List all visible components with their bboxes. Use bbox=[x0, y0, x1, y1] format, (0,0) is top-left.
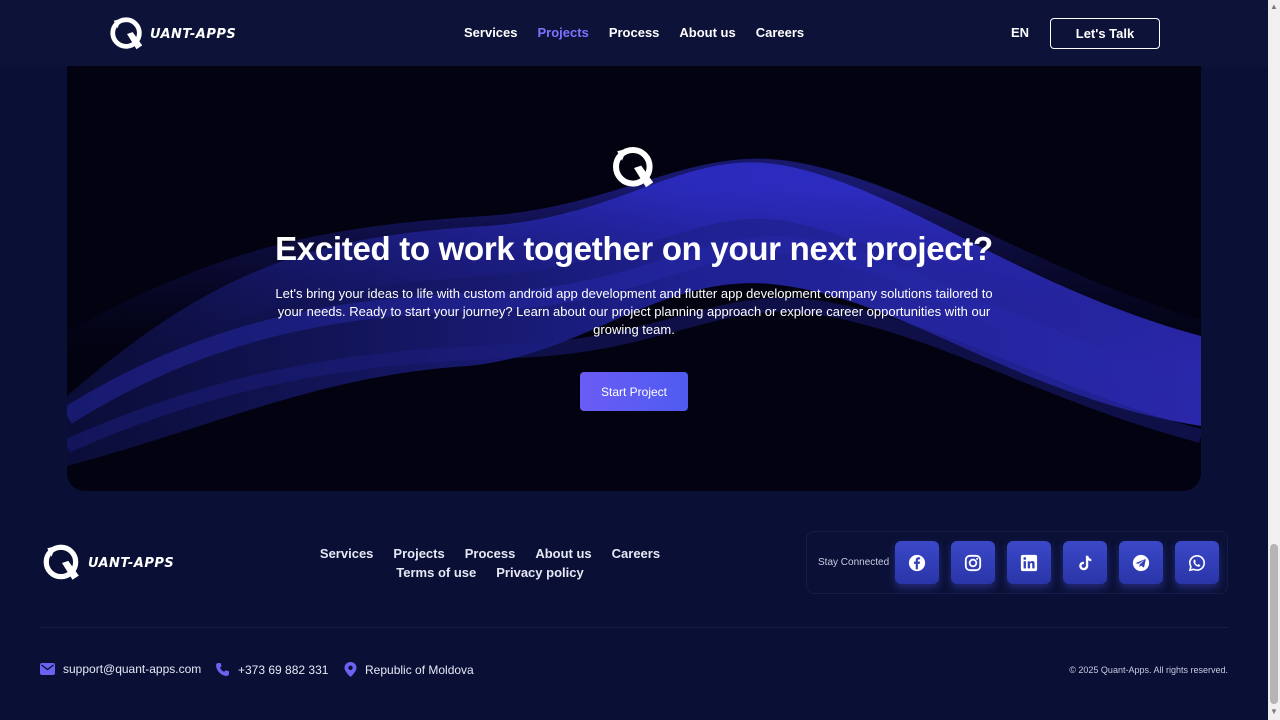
footer-link-privacy[interactable]: Privacy policy bbox=[496, 565, 583, 580]
footer-logo-mark-icon bbox=[43, 544, 79, 580]
mail-icon bbox=[40, 663, 55, 675]
instagram-icon[interactable] bbox=[951, 541, 995, 584]
phone-icon bbox=[216, 663, 229, 676]
social-panel: Stay Connected bbox=[806, 531, 1228, 594]
nav-services[interactable]: Services bbox=[464, 25, 518, 40]
contact-phone[interactable]: +373 69 882 331 bbox=[215, 662, 328, 677]
linkedin-icon[interactable] bbox=[1007, 541, 1051, 584]
nav-process[interactable]: Process bbox=[609, 25, 660, 40]
telegram-icon[interactable] bbox=[1119, 541, 1163, 584]
brand-name: UANT-APPS bbox=[150, 26, 237, 42]
hero-title: Excited to work together on your next pr… bbox=[275, 230, 993, 267]
footer-logo[interactable]: UANT-APPS bbox=[40, 542, 174, 584]
footer-brand-name: UANT-APPS bbox=[88, 555, 175, 571]
cta-hero-card: Excited to work together on your next pr… bbox=[67, 66, 1201, 491]
lets-talk-button[interactable]: Let's Talk bbox=[1050, 18, 1160, 49]
main-nav: Services Projects Process About us Caree… bbox=[464, 25, 804, 40]
footer-divider bbox=[40, 627, 1228, 628]
footer-link-projects[interactable]: Projects bbox=[393, 546, 444, 561]
nav-projects[interactable]: Projects bbox=[538, 25, 589, 40]
facebook-icon[interactable] bbox=[895, 541, 939, 584]
page-scrollbar[interactable]: ▲ ▼ bbox=[1268, 0, 1280, 720]
scrollbar-thumb[interactable] bbox=[1270, 544, 1278, 704]
header-logo[interactable]: UANT-APPS bbox=[108, 15, 236, 53]
logo-mark-icon bbox=[110, 17, 143, 50]
footer-link-terms[interactable]: Terms of use bbox=[396, 565, 476, 580]
footer-links: Services Projects Process About us Caree… bbox=[310, 546, 670, 584]
footer-link-process[interactable]: Process bbox=[465, 546, 516, 561]
footer-link-services[interactable]: Services bbox=[320, 546, 374, 561]
language-switcher[interactable]: EN bbox=[1011, 25, 1029, 40]
nav-about-us[interactable]: About us bbox=[679, 25, 735, 40]
nav-careers[interactable]: Careers bbox=[756, 25, 804, 40]
hero-logo-icon bbox=[613, 147, 654, 188]
site-header: UANT-APPS Services Projects Process Abou… bbox=[0, 0, 1268, 67]
phone-text: +373 69 882 331 bbox=[238, 662, 329, 677]
stay-connected-label: Stay Connected bbox=[818, 557, 890, 568]
footer-link-about-us[interactable]: About us bbox=[535, 546, 591, 561]
wave-background bbox=[67, 158, 1201, 466]
start-project-button[interactable]: Start Project bbox=[580, 372, 688, 411]
location-pin-icon bbox=[344, 662, 357, 677]
tiktok-icon[interactable] bbox=[1063, 541, 1107, 584]
contact-email[interactable]: support@quant-apps.com bbox=[40, 662, 201, 676]
contact-location: Republic of Moldova bbox=[344, 662, 474, 677]
hero-description: Let's bring your ideas to life with cust… bbox=[275, 286, 993, 337]
scroll-up-arrow-icon[interactable]: ▲ bbox=[1270, 2, 1278, 11]
footer-link-careers[interactable]: Careers bbox=[612, 546, 660, 561]
location-text: Republic of Moldova bbox=[365, 662, 474, 677]
scroll-down-arrow-icon[interactable]: ▼ bbox=[1270, 707, 1278, 716]
whatsapp-icon[interactable] bbox=[1175, 541, 1219, 584]
email-text: support@quant-apps.com bbox=[63, 662, 202, 676]
copyright-text: © 2025 Quant-Apps. All rights reserved. bbox=[1069, 665, 1228, 675]
